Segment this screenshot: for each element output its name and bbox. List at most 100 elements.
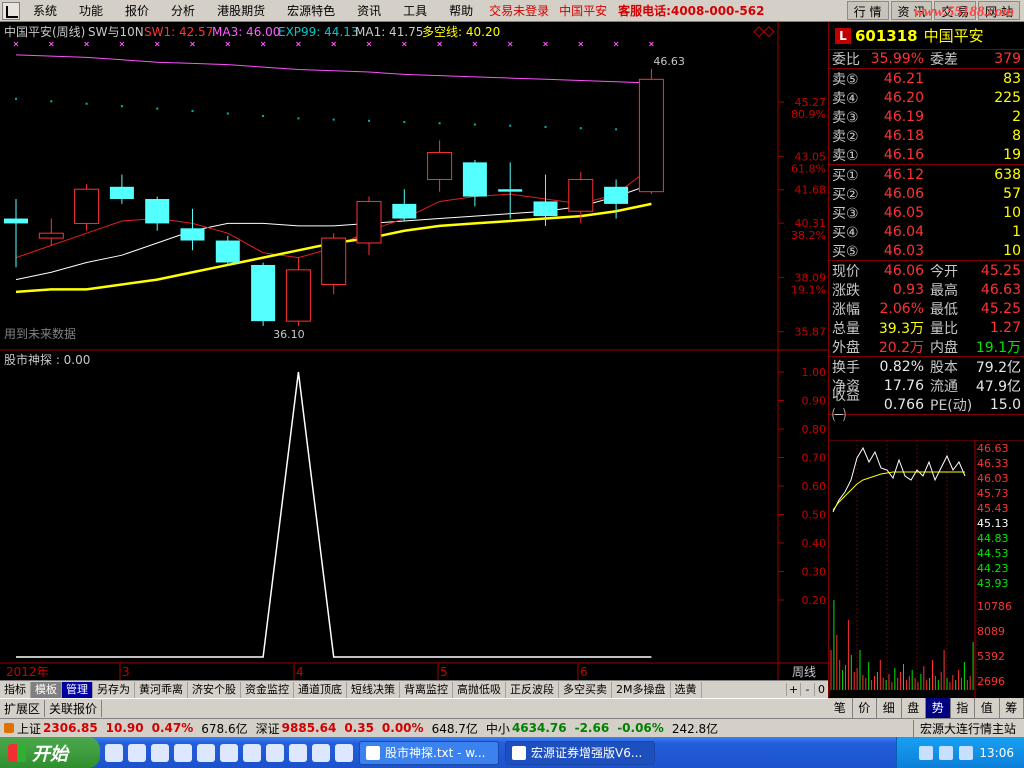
tab-formula-10[interactable]: 2M多操盘 [612, 681, 671, 698]
fund-label: 收益㈠ [832, 387, 860, 424]
sell-row-4[interactable]: 卖④ 46.20 225 [829, 88, 1024, 107]
tab-formula-2[interactable]: 济安个股 [188, 681, 241, 698]
menu-analysis[interactable]: 分析 [160, 2, 206, 19]
mini-volume-tick: 5392 [977, 650, 1005, 663]
tab-formula-6[interactable]: 背离监控 [400, 681, 453, 698]
zoom-reset-button[interactable]: 0 [814, 683, 828, 696]
tab-order-book[interactable]: 盘 [902, 698, 926, 718]
quicklaunch-icon[interactable] [174, 743, 192, 762]
tray-app-icon[interactable] [959, 745, 974, 760]
exp99-dots [15, 97, 653, 131]
tab-trend[interactable]: 势 [926, 698, 951, 718]
sell-row-1[interactable]: 卖① 46.16 19 [829, 145, 1024, 164]
sme-index-change: -2.66 [574, 721, 610, 735]
buy-label: 买② [832, 186, 859, 203]
sh-index-name[interactable]: 上证 [17, 720, 43, 737]
menu-hongyuan-special[interactable]: 宏源特色 [276, 2, 346, 19]
tab-detail[interactable]: 细 [877, 698, 902, 718]
quicklaunch-icon[interactable] [289, 743, 307, 762]
tab-template[interactable]: 模板 [31, 681, 62, 698]
sell-orders: 卖⑤ 46.21 83 卖④ 46.20 225 卖③ 46.19 2 卖② 46.18 8 卖… [829, 69, 1024, 165]
menu-tools[interactable]: 工具 [392, 2, 438, 19]
tab-formula-4[interactable]: 通道顶底 [294, 681, 347, 698]
trade-login-status[interactable]: 交易未登录 [484, 2, 554, 19]
tab-index[interactable]: 指 [951, 698, 975, 718]
tab-indicator[interactable]: 指标 [0, 681, 31, 698]
quicklaunch-icon[interactable] [266, 743, 284, 762]
zoom-out-button[interactable]: - [800, 683, 814, 696]
sh-index-value: 2306.85 [43, 721, 98, 735]
buy-row-5[interactable]: 买⑤ 46.03 10 [829, 241, 1024, 260]
tab-manage[interactable]: 管理 [62, 681, 93, 698]
menu-news[interactable]: 资讯 [346, 2, 392, 19]
intraday-mini-chart[interactable]: 46.63 46.33 46.03 45.73 45.43 45.13 44.83 44.53… [829, 440, 1024, 698]
tab-price[interactable]: 价 [853, 698, 877, 718]
quicklaunch-icon[interactable] [151, 743, 169, 762]
related-quote-tab[interactable]: 关联报价 [45, 700, 103, 717]
sme-index-name[interactable]: 中小 [486, 720, 512, 737]
quicklaunch-icon[interactable] [335, 743, 353, 762]
broker-server[interactable]: 宏源大连行情主站 [912, 719, 1024, 737]
zoom-in-button[interactable]: + [786, 683, 800, 696]
tab-formula-8[interactable]: 正反波段 [506, 681, 559, 698]
sell-row-5[interactable]: 卖⑤ 46.21 83 [829, 69, 1024, 88]
extension-area-tab[interactable]: 扩展区 [0, 700, 46, 717]
ie-icon[interactable] [128, 743, 146, 762]
buy-row-1[interactable]: 买① 46.12 638 [829, 165, 1024, 184]
candle-body-up [356, 200, 382, 244]
quicklaunch-icon[interactable] [312, 743, 330, 762]
chart-formula-name: SW与10N [88, 25, 144, 39]
tab-chip[interactable]: 筹 [1000, 698, 1024, 718]
kline-chart-svg[interactable]: 中国平安(周线) SW与10N SW1: 42.57 MA3: 46.00 EX… [0, 22, 828, 680]
candle-body-down [145, 199, 170, 224]
exp99-dot [297, 117, 300, 120]
buy-row-4[interactable]: 买④ 46.04 1 [829, 222, 1024, 241]
tab-formula-9[interactable]: 多空买卖 [559, 681, 612, 698]
start-button[interactable]: 开始 [0, 737, 100, 768]
menu-help[interactable]: 帮助 [438, 2, 484, 19]
buy-row-2[interactable]: 买② 46.06 57 [829, 184, 1024, 203]
mini-price-tick: 45.43 [977, 502, 1009, 515]
stat-value: 0.93 [892, 281, 924, 298]
tab-tick[interactable]: 笔 [828, 698, 853, 718]
app-icon[interactable] [2, 1, 20, 20]
fund-row: 换手 0.82% 股本 79.2亿 [829, 357, 1024, 376]
sell-label: 卖② [832, 128, 859, 145]
quicklaunch-icon[interactable] [220, 743, 238, 762]
sz-index-name[interactable]: 深证 [256, 720, 282, 737]
sell-label: 卖④ [832, 90, 859, 107]
tab-formula-11[interactable]: 选黄 [671, 681, 702, 698]
volume-icon[interactable] [939, 745, 954, 760]
stat-label: 内盘 [930, 339, 958, 356]
tab-formula-1[interactable]: 黄河乖离 [135, 681, 188, 698]
stat-value: 2.06% [879, 300, 924, 317]
price-axis-ticks: 45.2780.9%43.0561.8%41.6840.3138.2%38.09… [778, 96, 826, 339]
wei-bi-label: 委比 [832, 52, 860, 68]
tab-value[interactable]: 值 [975, 698, 1000, 718]
menu-function[interactable]: 功能 [68, 2, 114, 19]
tab-formula-3[interactable]: 资金监控 [241, 681, 294, 698]
buy-row-3[interactable]: 买③ 46.05 10 [829, 203, 1024, 222]
mini-price-tick: 43.93 [977, 577, 1009, 590]
sub-tick-label: 0.30 [802, 566, 827, 579]
tab-formula-5[interactable]: 短线决策 [347, 681, 400, 698]
menu-hk-futures[interactable]: 港股期货 [206, 2, 276, 19]
task-trading-app[interactable]: 宏源证券增强版V6... [505, 740, 655, 765]
sell-row-3[interactable]: 卖③ 46.19 2 [829, 107, 1024, 126]
menu-quote[interactable]: 报价 [114, 2, 160, 19]
time-label-year: 2012年 [6, 665, 49, 679]
network-icon[interactable] [919, 745, 934, 760]
menubar: 系统 功能 报价 分析 港股期货 宏源特色 资讯 工具 帮助 交易未登录 中国平… [0, 0, 1024, 22]
tab-save-as[interactable]: 另存为 [93, 681, 135, 698]
time-label-may: 5 [440, 665, 448, 679]
quicklaunch-icon[interactable] [197, 743, 215, 762]
menu-system[interactable]: 系统 [22, 2, 68, 19]
quicklaunch-icon[interactable] [105, 743, 123, 762]
mini-price-tick: 44.53 [977, 547, 1009, 560]
tab-formula-7[interactable]: 高抛低吸 [453, 681, 506, 698]
quicklaunch-icon[interactable] [243, 743, 261, 762]
kline-chart-area[interactable]: 中国平安(周线) SW与10N SW1: 42.57 MA3: 46.00 EX… [0, 22, 828, 680]
market-button[interactable]: 行 情 [846, 1, 889, 20]
task-notepad[interactable]: 股市神探.txt - w... [359, 740, 499, 765]
sell-row-2[interactable]: 卖② 46.18 8 [829, 126, 1024, 145]
